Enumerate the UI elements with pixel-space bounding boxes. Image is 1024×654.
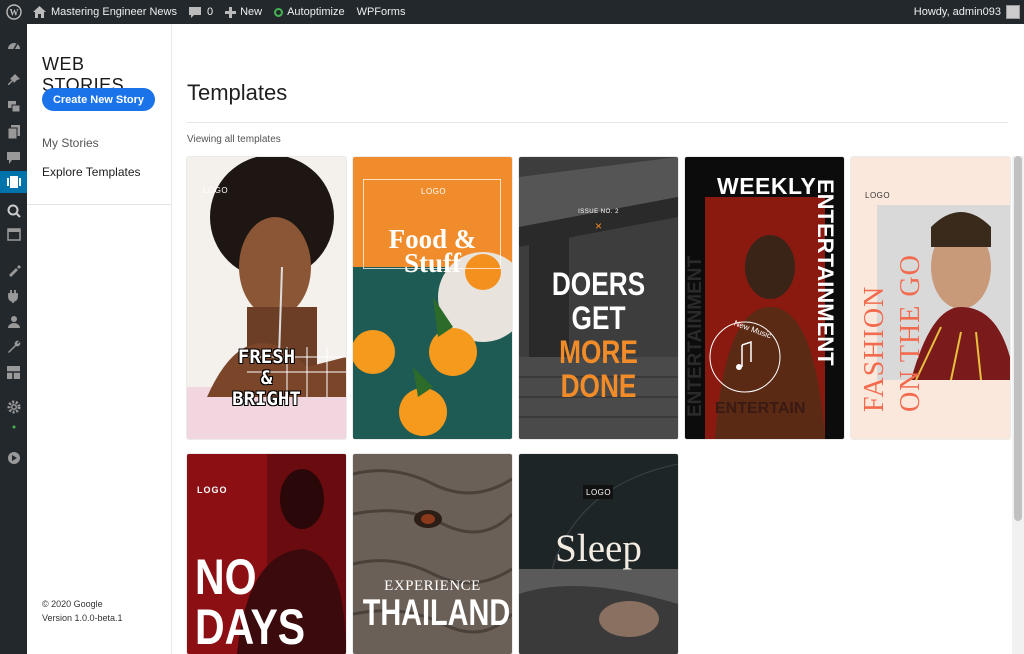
template-card-fresh-bright[interactable]: LOGO FRESH & BRIGHT — [187, 157, 346, 439]
wordpress-logo-icon[interactable]: W — [0, 0, 27, 24]
comments-link[interactable]: 0 — [183, 0, 219, 24]
close-x-icon: × — [594, 219, 602, 233]
template-headline: DOERS GET MORE DONE — [533, 267, 663, 403]
green-dot-icon — [0, 420, 27, 434]
posts-pin-icon[interactable] — [0, 69, 27, 91]
template-card-food-stuff[interactable]: LOGO Food & Stuff — [353, 157, 512, 439]
admin-bar: W Mastering Engineer News 0 New Autoptim… — [0, 0, 1024, 24]
template-card-fashion[interactable]: LOGO FASHION ON THE GO — [851, 157, 1010, 439]
divider — [187, 122, 1008, 123]
avatar — [1006, 5, 1020, 19]
template-headline: FRESH & BRIGHT — [187, 347, 346, 410]
media-icon[interactable] — [0, 95, 27, 117]
new-label: New — [240, 6, 263, 18]
users-icon[interactable] — [0, 310, 27, 332]
scrollbar-thumb[interactable] — [1014, 156, 1022, 521]
new-content-link[interactable]: New — [219, 0, 268, 24]
web-stories-icon[interactable] — [0, 171, 27, 193]
headline-word: MORE — [559, 334, 638, 370]
template-headline-side: ENTERTAINMENT — [813, 179, 838, 366]
headline-line: Stuff — [403, 248, 461, 278]
template-headline: Sleep — [555, 527, 642, 570]
svg-text:W: W — [9, 8, 18, 18]
settings-grid-icon[interactable] — [0, 361, 27, 383]
template-logo: LOGO — [586, 488, 612, 497]
wpforms-label: WPForms — [356, 6, 406, 18]
calendar-icon[interactable] — [0, 223, 27, 245]
nav-my-stories[interactable]: My Stories — [42, 136, 99, 150]
template-logo: LOGO — [421, 187, 447, 196]
play-icon[interactable] — [0, 447, 27, 469]
site-name-link[interactable]: Mastering Engineer News — [27, 0, 183, 24]
template-headline-bottom: ENTERTAIN — [715, 400, 806, 417]
headline-line: FRESH — [237, 346, 296, 368]
footer: © 2020 Google Version 1.0.0-beta.1 — [42, 597, 123, 625]
admin-menu — [0, 24, 27, 654]
autoptimize-link[interactable]: Autoptimize — [268, 0, 350, 24]
scrollbar[interactable] — [1012, 156, 1024, 654]
template-card-no-days[interactable]: LOGO NO DAYS — [187, 454, 346, 654]
template-headline-side1: FASHION — [859, 285, 890, 412]
headline-line: & — [260, 367, 273, 389]
template-headline: THAILAND — [362, 592, 511, 633]
comments-icon[interactable] — [0, 147, 27, 169]
create-new-story-button[interactable]: Create New Story — [42, 88, 155, 111]
version: Version 1.0.0-beta.1 — [42, 613, 123, 623]
dashboard-icon[interactable] — [0, 35, 27, 57]
gear-icon[interactable] — [0, 396, 27, 418]
site-name: Mastering Engineer News — [51, 6, 177, 18]
comment-icon — [188, 6, 201, 18]
headline-word: GET — [571, 300, 626, 336]
greeting: Howdy, admin093 — [913, 6, 1001, 18]
comments-count: 0 — [206, 6, 214, 18]
headline-line: DONE — [560, 368, 637, 404]
headline-line: DAYS — [195, 599, 306, 654]
tools-icon[interactable] — [0, 336, 27, 358]
autoptimize-label: Autoptimize — [287, 6, 345, 18]
stories-sidebar: WEB STORIES Create New Story My Stories … — [27, 24, 172, 654]
template-card-sleep[interactable]: LOGO Sleep — [519, 454, 678, 654]
plus-icon — [225, 6, 237, 18]
template-headline-top: WEEKLY — [717, 173, 817, 199]
template-headline: NO DAYS — [195, 552, 305, 652]
plugins-icon[interactable] — [0, 285, 27, 307]
template-headline-side2: ON THE GO — [895, 254, 926, 412]
template-logo: LOGO — [865, 191, 891, 200]
appearance-icon[interactable] — [0, 259, 27, 281]
page-subtitle: Viewing all templates — [187, 134, 281, 145]
pages-icon[interactable] — [0, 121, 27, 143]
divider — [27, 204, 171, 205]
status-circle-icon — [274, 7, 284, 17]
headline-line: BRIGHT — [232, 388, 301, 410]
template-logo: LOGO — [203, 186, 229, 195]
copyright: © 2020 Google — [42, 599, 103, 609]
headline-line: DOERS — [551, 266, 646, 302]
home-icon — [33, 6, 46, 18]
template-card-thailand[interactable]: EXPERIENCE THAILAND — [353, 454, 512, 654]
account-menu[interactable]: Howdy, admin093 — [908, 0, 1024, 24]
template-headline-ghost: ENTERTAINMENT — [685, 255, 706, 417]
template-headline: Food & Stuff — [353, 226, 512, 278]
template-issue: ISSUE NO. 2 — [578, 209, 619, 215]
nav-explore-templates[interactable]: Explore Templates — [42, 165, 141, 179]
template-card-doers[interactable]: ISSUE NO. 2 × DOERS GET MORE DONE — [519, 157, 678, 439]
headline-line: NO — [195, 549, 257, 605]
search-console-icon[interactable] — [0, 200, 27, 222]
template-card-weekly-entertainment[interactable]: WEEKLY ENTERTAINMENT ENTERTAINMENT New M… — [685, 157, 844, 439]
page-title: Templates — [187, 80, 288, 105]
wpforms-link[interactable]: WPForms — [351, 0, 412, 24]
template-logo: LOGO — [197, 485, 228, 495]
